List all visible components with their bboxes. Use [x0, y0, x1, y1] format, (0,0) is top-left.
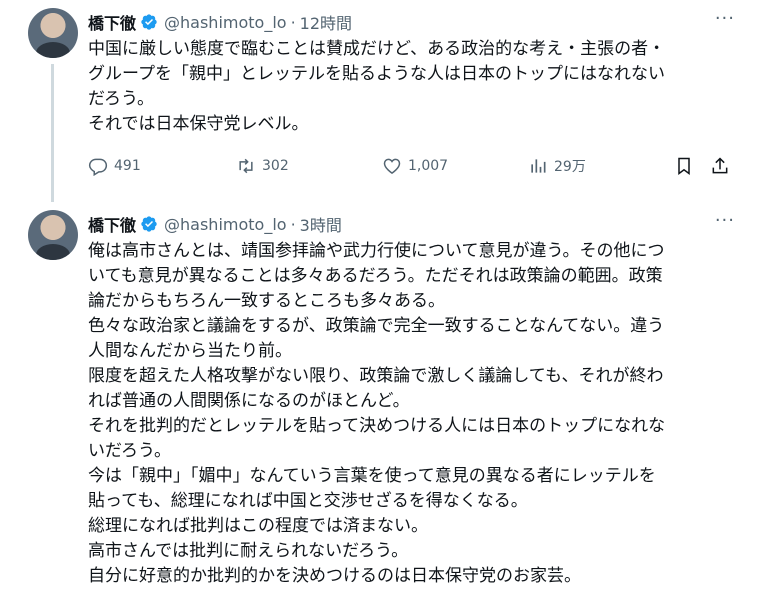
- separator-dot: ·: [290, 214, 296, 234]
- verified-badge-icon: [141, 216, 157, 232]
- handle[interactable]: @hashimoto_lo: [164, 13, 287, 32]
- display-name[interactable]: 橋下徹: [88, 212, 136, 236]
- tweet-line: グループを「親中」とレッテルを貼るような人は日本のトップにはなれない: [88, 64, 665, 84]
- timestamp[interactable]: 3時間: [300, 212, 342, 236]
- tweet-line: だろう。: [88, 89, 154, 109]
- reply-count: 491: [114, 158, 141, 174]
- tweet-line: 色々な政治家と議論をするが、政策論で完全一致することなんてない。違う: [88, 316, 665, 336]
- tweet-line: 高市さんでは批判に耐えられないだろう。: [88, 541, 409, 561]
- repost-button[interactable]: 302: [236, 156, 289, 176]
- tweet-line: 俺は高市さんとは、靖国参拝論や武力行使について意見が違う。その他につ: [88, 241, 665, 261]
- thread-line: [51, 64, 54, 202]
- view-count: 29万: [554, 159, 586, 175]
- tweet-text: 俺は高市さんとは、靖国参拝論や武力行使について意見が違う。その他につ いても意見…: [88, 239, 738, 589]
- heart-icon: [383, 158, 401, 174]
- tweet-line: 限度を超えた人格攻撃がない限り、政策論で激しく議論しても、それが終わ: [88, 366, 664, 386]
- share-button[interactable]: [710, 156, 736, 176]
- tweet-actions: 491 302 1,007 29万: [88, 156, 738, 180]
- repost-count: 302: [262, 158, 289, 174]
- reply-icon: [88, 158, 108, 176]
- tweet-line: 今は「親中」「媚中」なんていう言葉を使って意見の異なる者にレッテルを: [88, 466, 656, 486]
- more-options-button[interactable]: ···: [715, 8, 735, 29]
- views-button[interactable]: 29万: [528, 156, 586, 176]
- repost-icon: [239, 158, 253, 174]
- tweet-line: それを批判的だとレッテルを貼って決めつける人には日本のトップになれな: [88, 416, 666, 436]
- analytics-icon: [531, 159, 546, 173]
- like-count: 1,007: [408, 158, 449, 174]
- handle[interactable]: @hashimoto_lo: [164, 215, 287, 234]
- tweet-line: 人間なんだから当たり前。: [88, 341, 292, 361]
- tweet-line: 総理になれば批判はこの程度では済まない。: [88, 516, 428, 536]
- bookmark-icon: [678, 157, 690, 175]
- tweet-line: 論だからもちろん一致するところも多々ある。: [88, 291, 445, 311]
- tweet-line: 中国に厳しい態度で臨むことは賛成だけど、ある政治的な考え・主張の者・: [88, 39, 666, 59]
- avatar[interactable]: [28, 8, 78, 58]
- tweet-line: 貼っても、総理になれば中国と交渉せざるを得なくなる。: [88, 491, 528, 511]
- tweet-line: それでは日本保守党レベル。: [88, 114, 309, 134]
- tweet-text: 中国に厳しい態度で臨むことは賛成だけど、ある政治的な考え・主張の者・ グループを…: [88, 37, 738, 137]
- share-icon: [712, 157, 728, 174]
- more-options-button[interactable]: ···: [715, 210, 735, 231]
- tweet-line: 自分に好意的か批判的かを決めつけるのは日本保守党のお家芸。: [88, 566, 581, 586]
- tweet-line: れば普通の人間関係になるのがほとんど。: [88, 391, 410, 411]
- separator-dot: ·: [290, 12, 296, 32]
- verified-badge-icon: [141, 14, 157, 30]
- tweet-line: いだろう。: [88, 441, 171, 461]
- tweet-header: 橋下徹 @hashimoto_lo · 3時間: [88, 212, 342, 236]
- like-button[interactable]: 1,007: [382, 156, 448, 176]
- tweet-header: 橋下徹 @hashimoto_lo · 12時間: [88, 10, 352, 34]
- display-name[interactable]: 橋下徹: [88, 10, 136, 34]
- avatar[interactable]: [28, 210, 78, 260]
- timestamp[interactable]: 12時間: [300, 10, 352, 34]
- reply-button[interactable]: 491: [88, 156, 141, 176]
- tweet-line: いても意見が異なることは多々あるだろう。ただそれは政策論の範囲。政策: [88, 266, 663, 286]
- bookmark-button[interactable]: [674, 156, 700, 176]
